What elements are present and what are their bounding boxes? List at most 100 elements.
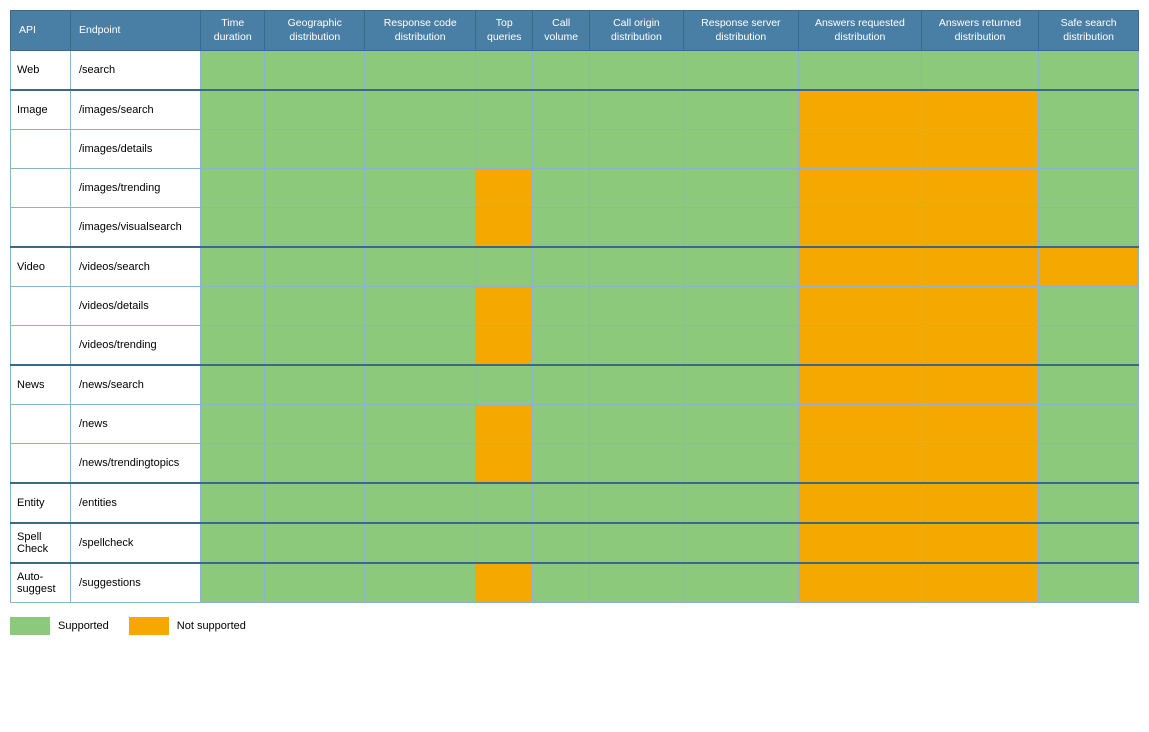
data-cell xyxy=(265,287,365,326)
data-cell xyxy=(265,169,365,208)
not-supported-indicator xyxy=(799,564,921,602)
supported-indicator xyxy=(1039,564,1138,602)
supported-indicator xyxy=(590,524,682,562)
api-cell: Auto-suggest xyxy=(11,563,71,603)
supported-indicator xyxy=(265,405,364,443)
data-cell xyxy=(590,247,683,287)
data-cell xyxy=(590,326,683,366)
data-cell xyxy=(799,247,922,287)
data-cell xyxy=(590,444,683,484)
data-cell xyxy=(476,444,533,484)
data-cell xyxy=(365,365,476,405)
supported-indicator xyxy=(265,484,364,522)
data-cell xyxy=(921,483,1038,523)
data-cell xyxy=(590,483,683,523)
not-supported-indicator xyxy=(922,208,1038,246)
data-cell xyxy=(365,563,476,603)
data-cell xyxy=(533,247,590,287)
supported-indicator xyxy=(533,564,589,602)
supported-indicator xyxy=(365,326,475,364)
not-supported-indicator xyxy=(922,564,1038,602)
data-cell xyxy=(365,523,476,563)
data-cell xyxy=(201,51,265,91)
data-cell xyxy=(533,444,590,484)
data-cell xyxy=(476,287,533,326)
supported-indicator xyxy=(201,564,264,602)
table-row: Video/videos/search xyxy=(11,247,1139,287)
supported-indicator xyxy=(684,326,799,364)
data-cell xyxy=(365,130,476,169)
data-cell xyxy=(683,326,799,366)
data-cell xyxy=(476,326,533,366)
data-cell xyxy=(365,444,476,484)
data-cell xyxy=(533,523,590,563)
supported-indicator xyxy=(590,248,682,286)
table-row: /news/trendingtopics xyxy=(11,444,1139,484)
supported-indicator xyxy=(1039,91,1138,129)
not-supported-indicator xyxy=(922,444,1038,482)
supported-indicator xyxy=(590,91,682,129)
api-cell xyxy=(11,169,71,208)
not-supported-indicator xyxy=(476,208,532,246)
data-cell xyxy=(921,90,1038,130)
data-cell xyxy=(1039,523,1139,563)
data-cell xyxy=(533,208,590,248)
data-cell xyxy=(476,90,533,130)
endpoint-cell: /videos/details xyxy=(71,287,201,326)
api-cell: Web xyxy=(11,51,71,91)
supported-indicator xyxy=(365,169,475,207)
api-cell: Spell Check xyxy=(11,523,71,563)
data-cell xyxy=(201,208,265,248)
header-geographic-distribution: Geographic distribution xyxy=(265,11,365,51)
supported-indicator xyxy=(533,326,589,364)
data-cell xyxy=(365,208,476,248)
data-cell xyxy=(683,483,799,523)
supported-indicator xyxy=(201,366,264,404)
not-supported-indicator xyxy=(476,444,532,482)
data-cell xyxy=(265,326,365,366)
not-supported-indicator xyxy=(922,524,1038,562)
data-cell xyxy=(1039,563,1139,603)
not-supported-indicator xyxy=(799,287,921,325)
supported-indicator xyxy=(1039,130,1138,168)
table-row: News/news/search xyxy=(11,365,1139,405)
legend-not-supported-label: Not supported xyxy=(177,620,246,632)
data-cell xyxy=(1039,130,1139,169)
header-response-server-distribution: Response server distribution xyxy=(683,11,799,51)
data-cell xyxy=(590,90,683,130)
data-cell xyxy=(533,483,590,523)
api-cell: Video xyxy=(11,247,71,287)
data-cell xyxy=(365,287,476,326)
data-cell xyxy=(683,130,799,169)
not-supported-indicator xyxy=(476,287,532,325)
data-cell xyxy=(799,405,922,444)
supported-indicator xyxy=(1039,444,1138,482)
supported-indicator xyxy=(201,208,264,246)
data-cell xyxy=(921,523,1038,563)
data-cell xyxy=(921,130,1038,169)
supported-indicator xyxy=(476,130,532,168)
data-cell xyxy=(799,287,922,326)
data-cell xyxy=(590,169,683,208)
data-cell xyxy=(365,326,476,366)
endpoint-cell: /news/search xyxy=(71,365,201,405)
data-cell xyxy=(1039,169,1139,208)
supported-indicator xyxy=(1039,366,1138,404)
data-cell xyxy=(799,90,922,130)
supported-indicator xyxy=(1039,326,1138,364)
data-cell xyxy=(476,130,533,169)
api-cell xyxy=(11,130,71,169)
supported-indicator xyxy=(265,91,364,129)
data-cell xyxy=(533,563,590,603)
supported-indicator xyxy=(684,366,799,404)
data-cell xyxy=(265,444,365,484)
supported-indicator xyxy=(533,208,589,246)
supported-indicator xyxy=(201,405,264,443)
supported-indicator xyxy=(265,444,364,482)
data-cell xyxy=(799,523,922,563)
data-cell xyxy=(799,365,922,405)
api-cell: Entity xyxy=(11,483,71,523)
data-cell xyxy=(921,405,1038,444)
data-cell xyxy=(1039,405,1139,444)
table-row: /images/trending xyxy=(11,169,1139,208)
